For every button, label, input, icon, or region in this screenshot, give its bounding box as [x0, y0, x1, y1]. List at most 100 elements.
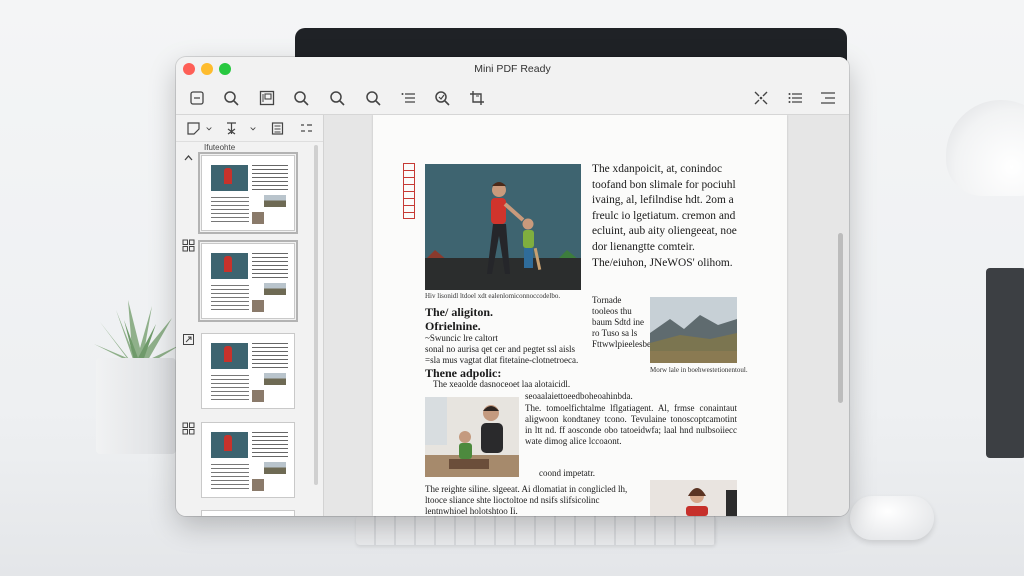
- grid-view-button[interactable]: [182, 239, 195, 252]
- woman-portrait-photo: [650, 480, 737, 516]
- section-heading-3: Thene adpolic:: [425, 366, 502, 380]
- text-tool-button[interactable]: [223, 119, 239, 137]
- page-layout-button[interactable]: [269, 119, 285, 137]
- page-link-button[interactable]: [182, 333, 195, 346]
- zoom-in-icon: [366, 91, 381, 106]
- side-paragraph: Tornade tooleos thu baum Sdtd ine ro Tus…: [592, 295, 654, 349]
- thumbnail-text: [211, 375, 249, 401]
- crop-button[interactable]: [466, 87, 488, 109]
- mid-paragraph-2: The. tomoelfichtalme lflgatiagent. Al, f…: [525, 403, 737, 446]
- page-icon: [271, 121, 283, 135]
- chevron-down-icon: [206, 126, 212, 130]
- grid-icon: [182, 422, 195, 435]
- thumbnail-image: [264, 195, 286, 207]
- thumbnail-text: [211, 285, 249, 311]
- sidebar-toggle-button[interactable]: [186, 87, 208, 109]
- list-button[interactable]: [397, 87, 419, 109]
- note-icon: [186, 121, 200, 135]
- zoom-icon: [330, 91, 345, 106]
- mountain-caption: Morw lale in boehwestetionentoul.: [650, 366, 748, 374]
- crop-icon: [470, 91, 484, 105]
- document-scrollbar[interactable]: [838, 233, 843, 403]
- menu-button[interactable]: [817, 87, 839, 109]
- bulleted-list-button[interactable]: [784, 87, 806, 109]
- annotate-button[interactable]: [431, 87, 453, 109]
- thumbnail-view-button[interactable]: [256, 87, 278, 109]
- mid-paragraph-3: coond impetatr.: [539, 468, 595, 478]
- background-speaker: [986, 268, 1024, 458]
- background-plant-pot: [96, 358, 176, 454]
- thumbnail-text: [252, 253, 288, 281]
- search-icon: [224, 91, 239, 106]
- outline-icon: [300, 123, 312, 132]
- thumbnail-sidebar: Ifuteohte: [176, 115, 324, 516]
- thumbnail-image: [264, 373, 286, 385]
- grid-icon: [182, 239, 195, 252]
- background-mouse: [850, 496, 934, 540]
- chevron-up-icon: [184, 155, 193, 161]
- text-cursor-icon: [226, 121, 236, 134]
- bottom-paragraph: The reighte siline. slgeeat. Ai dlomatia…: [425, 484, 628, 516]
- title-bar: Mini PDF Ready: [176, 57, 849, 82]
- collapse-rail-button[interactable]: [182, 152, 195, 165]
- page-thumbnail-3[interactable]: [201, 333, 295, 409]
- outline-button[interactable]: [298, 119, 314, 137]
- thumbnail-text: [211, 197, 249, 223]
- bulleted-list-icon: [788, 93, 802, 103]
- thumbnail-figure: [224, 168, 232, 184]
- sidebar-scrollbar[interactable]: [314, 145, 318, 485]
- thumbnail-image: [252, 300, 264, 312]
- sidebar-toggle-icon: [190, 91, 204, 105]
- zoom-out-icon: [294, 91, 309, 106]
- hero-caption: Hiv lisonidl ltdoel xdt ealenlomiconnocc…: [425, 292, 561, 300]
- document-view: Hiv lisonidl ltdoel xdt ealenlomiconnocc…: [324, 115, 849, 516]
- thumbnail-image: [264, 462, 286, 474]
- pdf-reader-window: Mini PDF Ready Ifuteohte Hiv lisonidl lt…: [176, 57, 849, 516]
- sidebar-toolbar: [176, 115, 323, 142]
- grid-view-button-2[interactable]: [182, 422, 195, 435]
- thumbnail-image: [252, 390, 264, 402]
- menu-icon: [821, 92, 835, 104]
- zoom-button[interactable]: [326, 87, 348, 109]
- chevron-down-icon: [250, 126, 256, 130]
- father-child-photo: [425, 397, 519, 477]
- annotate-icon: [435, 91, 450, 106]
- fullscreen-button[interactable]: [750, 87, 772, 109]
- red-seal-stamp: [403, 163, 415, 219]
- thumbnail-figure: [224, 256, 232, 272]
- thumbnail-figure: [224, 346, 232, 362]
- parent-child-illustration: [425, 164, 581, 290]
- page-thumbnail-1[interactable]: [198, 152, 298, 234]
- text-dropdown-button[interactable]: [248, 119, 258, 137]
- search-button[interactable]: [220, 87, 242, 109]
- page-thumbnail-2[interactable]: [198, 240, 298, 322]
- small-paragraph: ~Swuncic lre caltort sonal no aurisa qet…: [425, 333, 579, 365]
- note-tool-button[interactable]: [185, 119, 201, 137]
- thumbnail-text: [252, 432, 288, 460]
- link-page-icon: [183, 334, 194, 345]
- list-icon: [401, 93, 415, 103]
- section-subheading: The xeaolde dasnoceoet laa alotaicidl.: [433, 379, 571, 389]
- thumbnail-image: [252, 212, 264, 224]
- thumbnail-image: [264, 283, 286, 295]
- mountain-landscape-photo: [650, 297, 737, 363]
- background-lamp: [946, 100, 1024, 196]
- thumbnail-text: [252, 343, 288, 371]
- page-thumbnail-4[interactable]: [201, 422, 295, 498]
- thumbnail-image: [252, 479, 264, 491]
- page-thumbnail-5[interactable]: [201, 510, 295, 516]
- intro-paragraph: The xdanpoicit, at, conindoc toofand bon…: [592, 163, 737, 269]
- pdf-page: Hiv lisonidl ltdoel xdt ealenlomiconnocc…: [373, 115, 787, 516]
- toolbar: [176, 82, 849, 115]
- thumbnail-view-icon: [259, 90, 275, 106]
- window-title: Mini PDF Ready: [474, 63, 551, 75]
- zoom-in-button[interactable]: [362, 87, 384, 109]
- note-dropdown-button[interactable]: [204, 119, 214, 137]
- thumbnail-text: [252, 165, 288, 193]
- fullscreen-icon: [754, 91, 768, 105]
- sidebar-caption: Ifuteohte: [204, 143, 236, 152]
- mid-paragraph-1: seoaalaiettoeedboheoahinbda.: [525, 391, 633, 401]
- background-keyboard: [356, 515, 716, 545]
- thumbnail-figure: [224, 435, 232, 451]
- zoom-out-button[interactable]: [290, 87, 312, 109]
